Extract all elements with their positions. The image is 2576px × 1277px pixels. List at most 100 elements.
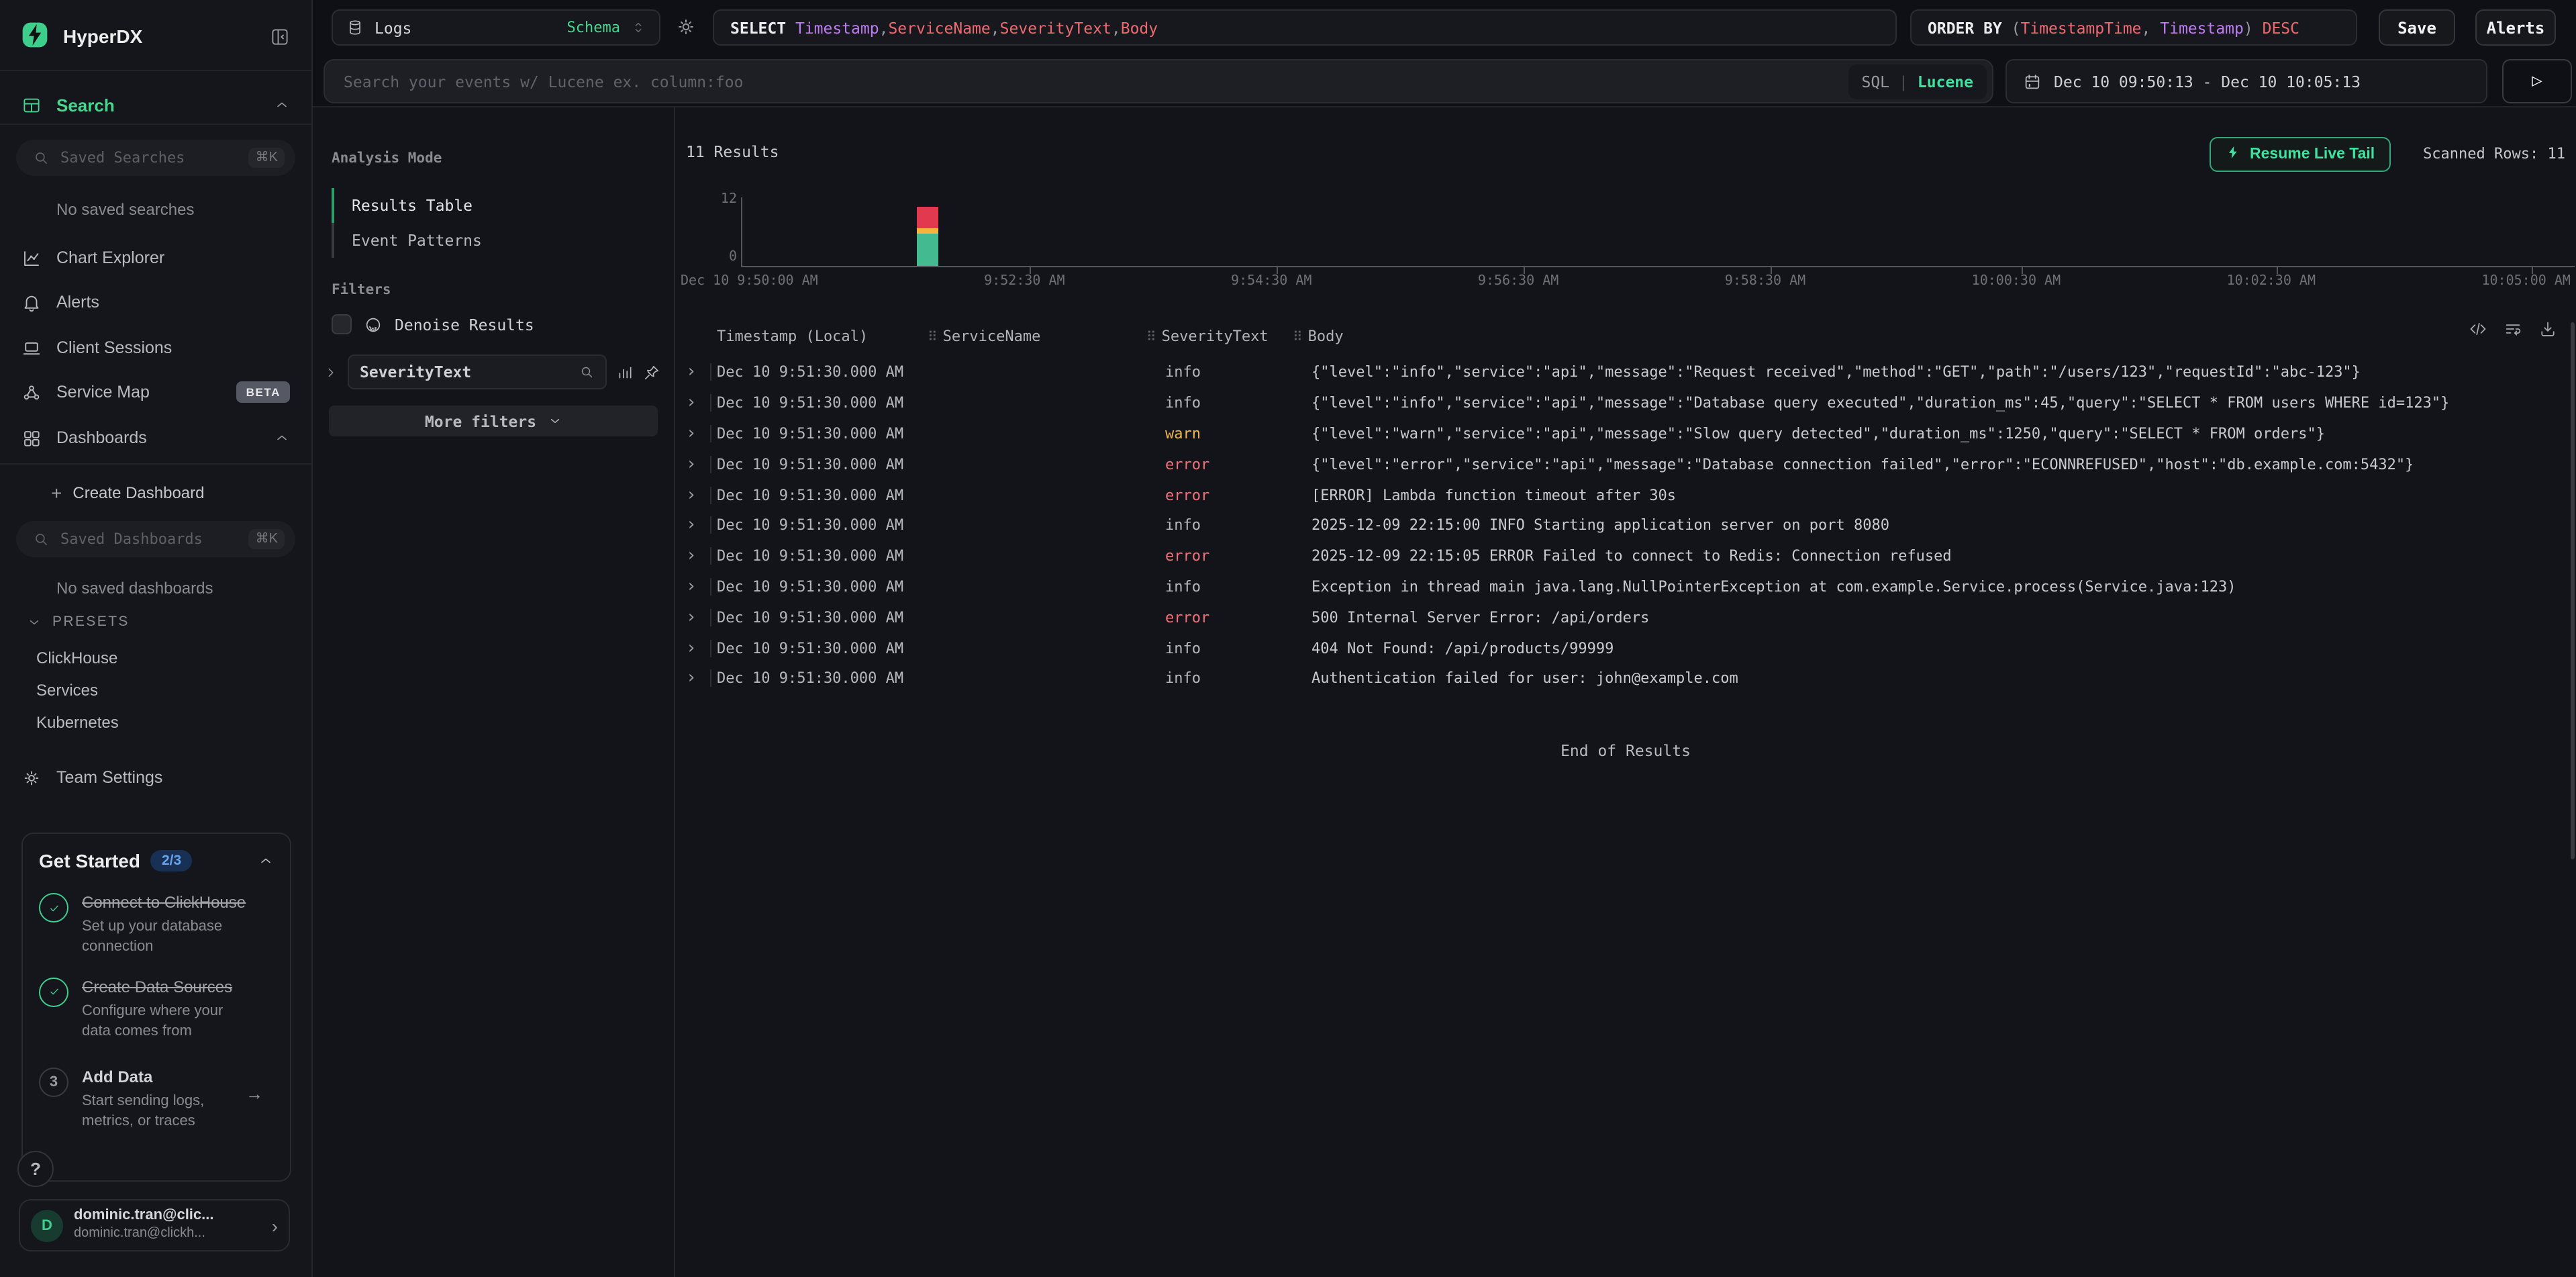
more-filters-button[interactable]: More filters xyxy=(329,406,658,436)
column-header-timestamp[interactable]: Timestamp (Local) xyxy=(717,328,868,354)
help-button[interactable]: ? xyxy=(17,1151,54,1187)
table-row[interactable]: › Dec 10 9:51:30.000 AM info Exception i… xyxy=(675,571,2576,602)
column-header-body[interactable]: ⠿Body xyxy=(1293,328,1344,354)
sidebar-item-label: Team Settings xyxy=(56,768,290,787)
row-severity: info xyxy=(1165,578,1201,596)
code-view-icon[interactable] xyxy=(2469,320,2487,338)
row-expand-chevron[interactable]: › xyxy=(686,363,697,383)
row-expand-chevron[interactable]: › xyxy=(686,424,697,444)
sidebar-item-service-map[interactable]: Service Map BETA xyxy=(0,375,311,410)
table-row[interactable]: › Dec 10 9:51:30.000 AM info 404 Not Fou… xyxy=(675,632,2576,663)
row-body: 404 Not Found: /api/products/99999 xyxy=(1311,639,1614,657)
preset-item-clickhouse[interactable]: ClickHouse xyxy=(36,645,117,671)
table-row[interactable]: › Dec 10 9:51:30.000 AM error 500 Intern… xyxy=(675,602,2576,633)
query-language-toggle[interactable]: SQL | Lucene xyxy=(1848,64,1987,99)
save-button[interactable]: Save xyxy=(2379,9,2455,46)
get-started-step-sources[interactable]: Create Data Sources Configure where your… xyxy=(39,974,274,1041)
table-row[interactable]: › Dec 10 9:51:30.000 AM info {"level":"i… xyxy=(675,357,2576,388)
denoise-checkbox[interactable] xyxy=(332,314,352,334)
cmd-k-kbd: ⌘K xyxy=(249,529,285,549)
drag-grip-icon[interactable]: ⠿ xyxy=(928,330,938,345)
analysis-option-event-patterns[interactable]: Event Patterns xyxy=(332,223,655,258)
row-expand-chevron[interactable]: › xyxy=(686,638,697,658)
sidebar-item-team-settings[interactable]: Team Settings xyxy=(0,760,311,795)
saved-dashboards-input[interactable] xyxy=(60,530,238,548)
sidebar-item-dashboards[interactable]: Dashboards xyxy=(0,420,311,455)
column-header-severitytext[interactable]: ⠿SeverityText xyxy=(1146,328,1269,354)
query-token: , xyxy=(991,18,1000,37)
row-expand-chevron[interactable]: › xyxy=(686,455,697,475)
preset-label: Services xyxy=(36,681,98,700)
chevron-up-icon[interactable] xyxy=(274,430,290,446)
row-expand-chevron[interactable]: › xyxy=(686,669,697,689)
column-header-servicename[interactable]: ⠿ServiceName xyxy=(928,328,1040,354)
saved-searches-input[interactable] xyxy=(60,149,238,167)
analysis-option-results-table[interactable]: Results Table xyxy=(332,188,655,223)
run-query-play-button[interactable]: ▷ xyxy=(2502,59,2572,103)
table-row[interactable]: › Dec 10 9:51:30.000 AM info 2025-12-09 … xyxy=(675,510,2576,541)
row-severity: warn xyxy=(1165,425,1201,442)
histogram-bar[interactable] xyxy=(917,207,938,266)
row-expand-chevron[interactable]: › xyxy=(686,393,697,413)
source-settings-gear-icon[interactable] xyxy=(675,16,697,38)
row-divider xyxy=(710,517,711,534)
saved-searches-search[interactable]: ⌘K xyxy=(16,140,295,176)
table-row[interactable]: › Dec 10 9:51:30.000 AM error {"level":"… xyxy=(675,449,2576,480)
severity-filter-field[interactable]: SeverityText xyxy=(348,354,607,389)
order-by-input[interactable]: ORDER BY (TimestampTime, Timestamp) DESC xyxy=(1910,9,2357,46)
chevron-up-icon[interactable] xyxy=(258,853,274,869)
row-expand-chevron[interactable]: › xyxy=(686,577,697,597)
pin-icon[interactable] xyxy=(643,363,660,381)
drag-grip-icon[interactable]: ⠿ xyxy=(1293,330,1303,345)
chart-toggle-icon[interactable] xyxy=(616,363,634,381)
chevron-right-icon[interactable] xyxy=(324,365,338,379)
user-menu[interactable]: D dominic.tran@clic... dominic.tran@clic… xyxy=(19,1199,290,1251)
scrollbar[interactable] xyxy=(2571,322,2575,859)
drag-grip-icon[interactable]: ⠿ xyxy=(1146,330,1156,345)
saved-dashboards-search[interactable]: ⌘K xyxy=(16,521,295,557)
get-started-step-connect[interactable]: Connect to ClickHouse Set up your databa… xyxy=(39,890,274,957)
search-events-input[interactable] xyxy=(325,72,1848,91)
sidebar-item-client-sessions[interactable]: Client Sessions xyxy=(0,330,311,365)
date-range-picker[interactable]: Dec 10 09:50:13 - Dec 10 10:05:13 xyxy=(2005,59,2487,103)
table-row[interactable]: › Dec 10 9:51:30.000 AM warn {"level":"w… xyxy=(675,418,2576,449)
x-axis-label: 10:00:30 AM xyxy=(1972,274,2061,289)
row-expand-chevron[interactable]: › xyxy=(686,485,697,505)
download-icon[interactable] xyxy=(2538,320,2557,338)
sidebar-item-chart-explorer[interactable]: Chart Explorer xyxy=(0,240,311,275)
table-row[interactable]: › Dec 10 9:51:30.000 AM info Authenticat… xyxy=(675,663,2576,694)
query-token: SeverityText xyxy=(1000,18,1111,37)
lucene-option[interactable]: Lucene xyxy=(1918,72,1973,91)
sql-option[interactable]: SQL xyxy=(1861,72,1889,91)
select-query-input[interactable]: SELECT Timestamp,ServiceName,SeverityTex… xyxy=(713,9,1897,46)
select-keyword: SELECT xyxy=(730,18,795,37)
app-title: HyperDX xyxy=(63,26,255,47)
chevron-up-icon[interactable] xyxy=(274,97,290,113)
alerts-button[interactable]: Alerts xyxy=(2475,9,2556,46)
sidebar-item-alerts[interactable]: Alerts xyxy=(0,285,311,320)
resume-live-tail-button[interactable]: Resume Live Tail xyxy=(2210,137,2391,172)
get-started-step-add-data[interactable]: 3 Add Data Start sending logs, metrics, … xyxy=(39,1066,274,1132)
source-select[interactable]: Logs Schema xyxy=(332,9,660,46)
preset-item-services[interactable]: Services xyxy=(36,677,98,704)
preset-item-kubernetes[interactable]: Kubernetes xyxy=(36,709,119,736)
plus-icon: + xyxy=(51,482,62,504)
histogram[interactable] xyxy=(741,201,2573,266)
row-body: {"level":"info","service":"api","message… xyxy=(1311,364,2361,381)
table-row[interactable]: › Dec 10 9:51:30.000 AM info {"level":"i… xyxy=(675,388,2576,419)
check-circle-icon xyxy=(39,893,68,923)
create-dashboard-button[interactable]: + Create Dashboard xyxy=(0,477,311,509)
wrap-text-icon[interactable] xyxy=(2504,320,2522,338)
presets-toggle[interactable]: PRESETS xyxy=(27,614,130,630)
row-expand-chevron[interactable]: › xyxy=(686,546,697,566)
table-row[interactable]: › Dec 10 9:51:30.000 AM error [ERROR] La… xyxy=(675,479,2576,510)
denoise-results-row[interactable]: Denoise Results xyxy=(332,314,534,334)
search-icon[interactable] xyxy=(579,364,595,380)
row-expand-chevron[interactable]: › xyxy=(686,608,697,628)
table-row[interactable]: › Dec 10 9:51:30.000 AM error 2025-12-09… xyxy=(675,541,2576,572)
sidebar-item-search[interactable]: Search xyxy=(0,86,311,124)
collapse-sidebar-icon[interactable] xyxy=(270,26,290,46)
presets-label: PRESETS xyxy=(52,614,130,630)
row-expand-chevron[interactable]: › xyxy=(686,516,697,536)
search-events-bar[interactable]: SQL | Lucene xyxy=(324,59,1993,103)
